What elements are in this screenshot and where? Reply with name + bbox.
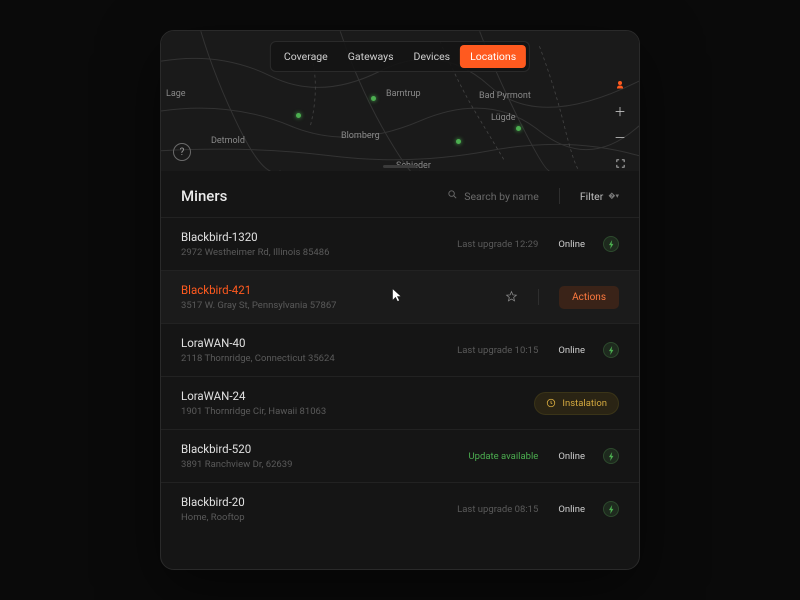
divider bbox=[559, 188, 560, 204]
divider bbox=[538, 289, 539, 305]
nav-tabs: CoverageGatewaysDevicesLocations bbox=[270, 41, 530, 72]
last-upgrade-label: Last upgrade 08:15 bbox=[457, 504, 538, 515]
miners-panel: LageDetmoldBarntrupBlombergSchiederBad P… bbox=[160, 30, 640, 570]
miner-address: 2972 Westheimer Rd, Illinois 85486 bbox=[181, 247, 447, 258]
map-marker[interactable] bbox=[371, 96, 376, 101]
status-label: Online bbox=[558, 239, 585, 250]
map-place-label: Detmold bbox=[211, 136, 245, 146]
miner-name: LoraWAN-40 bbox=[181, 336, 447, 350]
status-label: Online bbox=[558, 345, 585, 356]
miner-address: Home, Rooftop bbox=[181, 512, 447, 523]
actions-button[interactable]: Actions bbox=[559, 286, 619, 309]
list-header: Miners Search by name Filter �▾ bbox=[161, 171, 639, 217]
last-upgrade-label: Last upgrade 12:29 bbox=[457, 239, 538, 250]
miner-info: Blackbird-421 3517 W. Gray St, Pennsylvan… bbox=[181, 283, 495, 311]
tab-devices[interactable]: Devices bbox=[404, 45, 461, 68]
miner-row[interactable]: Blackbird-520 3891 Ranchview Dr, 62639 Upd… bbox=[161, 429, 639, 482]
miner-row[interactable]: Blackbird-1320 2972 Westheimer Rd, Illino… bbox=[161, 217, 639, 270]
zoom-in-button[interactable]: ＋ bbox=[611, 102, 629, 120]
miner-row[interactable]: Blackbird-20 Home, Rooftop Last upgrade 08… bbox=[161, 482, 639, 535]
star-icon[interactable] bbox=[505, 288, 518, 307]
search-placeholder: Search by name bbox=[464, 190, 539, 203]
locate-me-icon[interactable] bbox=[611, 76, 629, 94]
installation-badge: Instalation bbox=[534, 392, 619, 415]
bolt-icon[interactable] bbox=[603, 501, 619, 517]
miner-row[interactable]: LoraWAN-24 1901 Thornridge Cir, Hawaii 81… bbox=[161, 376, 639, 429]
miner-name: Blackbird-20 bbox=[181, 495, 447, 509]
map-place-label: Blomberg bbox=[341, 131, 380, 141]
tab-locations[interactable]: Locations bbox=[460, 45, 526, 68]
miner-address: 3517 W. Gray St, Pennsylvania 57867 bbox=[181, 300, 495, 311]
status-label: Online bbox=[558, 451, 585, 462]
miner-info: LoraWAN-24 1901 Thornridge Cir, Hawaii 81… bbox=[181, 389, 524, 417]
miner-info: Blackbird-1320 2972 Westheimer Rd, Illino… bbox=[181, 230, 447, 258]
bolt-icon[interactable] bbox=[603, 448, 619, 464]
map-area[interactable]: LageDetmoldBarntrupBlombergSchiederBad P… bbox=[161, 31, 639, 171]
map-place-label: Bad Pyrmont bbox=[479, 91, 531, 101]
map-place-label: Lügde bbox=[491, 113, 516, 123]
miner-name: LoraWAN-24 bbox=[181, 389, 524, 403]
last-upgrade-label: Last upgrade 10:15 bbox=[457, 345, 538, 356]
tab-gateways[interactable]: Gateways bbox=[338, 45, 404, 68]
miner-name: Blackbird-421 bbox=[181, 283, 495, 297]
map-marker[interactable] bbox=[296, 113, 301, 118]
chevron-down-icon: �▾ bbox=[608, 192, 619, 200]
map-place-label: Lage bbox=[166, 89, 186, 99]
miner-row[interactable]: LoraWAN-40 2118 Thornridge, Connecticut 3… bbox=[161, 323, 639, 376]
miner-name: Blackbird-520 bbox=[181, 442, 459, 456]
miner-address: 1901 Thornridge Cir, Hawaii 81063 bbox=[181, 406, 524, 417]
update-available-label[interactable]: Update available bbox=[469, 451, 539, 462]
map-controls: ＋ － bbox=[611, 76, 629, 171]
bolt-icon[interactable] bbox=[603, 236, 619, 252]
list-title: Miners bbox=[181, 187, 437, 205]
drag-handle[interactable] bbox=[383, 165, 417, 168]
bolt-icon[interactable] bbox=[603, 342, 619, 358]
map-marker[interactable] bbox=[516, 126, 521, 131]
miner-info: Blackbird-20 Home, Rooftop bbox=[181, 495, 447, 523]
miner-name: Blackbird-1320 bbox=[181, 230, 447, 244]
tab-coverage[interactable]: Coverage bbox=[274, 45, 338, 68]
search-icon bbox=[447, 189, 458, 203]
miner-info: Blackbird-520 3891 Ranchview Dr, 62639 bbox=[181, 442, 459, 470]
zoom-out-button[interactable]: － bbox=[611, 128, 629, 146]
fullscreen-button[interactable] bbox=[611, 154, 629, 171]
miner-row[interactable]: Blackbird-421 3517 W. Gray St, Pennsylvan… bbox=[161, 270, 639, 323]
search-input[interactable]: Search by name bbox=[447, 189, 539, 203]
miner-address: 2118 Thornridge, Connecticut 35624 bbox=[181, 353, 447, 364]
map-place-label: Barntrup bbox=[386, 89, 421, 99]
filter-button[interactable]: Filter �▾ bbox=[580, 190, 619, 203]
miner-info: LoraWAN-40 2118 Thornridge, Connecticut 3… bbox=[181, 336, 447, 364]
miner-address: 3891 Ranchview Dr, 62639 bbox=[181, 459, 459, 470]
help-button[interactable]: ? bbox=[173, 143, 191, 161]
map-marker[interactable] bbox=[456, 139, 461, 144]
filter-label: Filter bbox=[580, 190, 603, 203]
miners-list: Blackbird-1320 2972 Westheimer Rd, Illino… bbox=[161, 217, 639, 569]
status-label: Online bbox=[558, 504, 585, 515]
